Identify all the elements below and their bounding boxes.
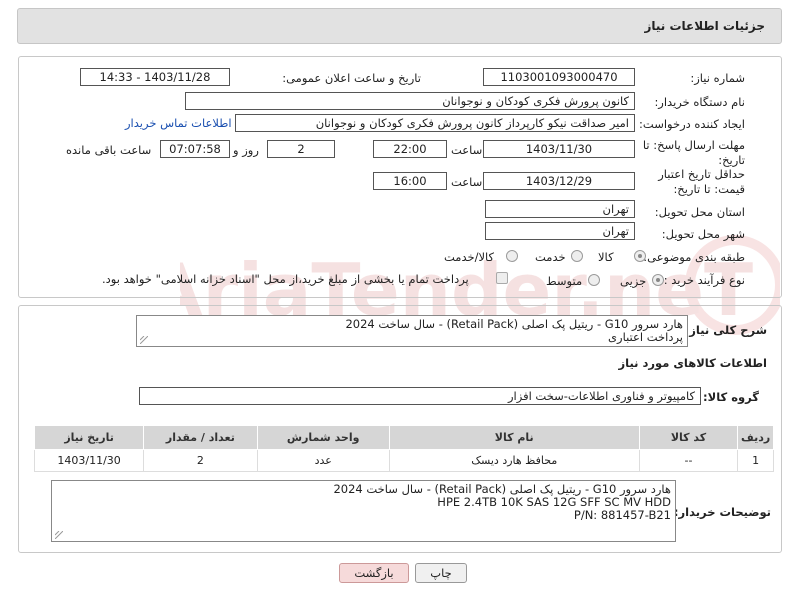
category-option-goods: کالا <box>598 250 614 264</box>
process-radio-medium[interactable] <box>588 274 600 286</box>
process-radio-minor[interactable] <box>652 274 664 286</box>
remaining-time-field: 07:07:58 <box>160 140 230 158</box>
creator-field: امیر صداقت نیکو کارپرداز کانون پرورش فکر… <box>235 114 635 132</box>
process-option-medium: متوسط <box>546 274 583 288</box>
province-field: تهران <box>485 200 635 218</box>
col-code: کد کالا <box>638 425 739 450</box>
col-row: ردیف <box>737 425 774 450</box>
description-textarea[interactable]: هارد سرور G10 - ریتیل پک اصلی (Retail Pa… <box>136 315 688 347</box>
buyer-notes-line-3: P/N: 881457-B21 <box>573 508 671 522</box>
page-title: جزئیات اطلاعات نیاز <box>644 19 765 33</box>
validity-time-label: ساعت <box>451 175 483 189</box>
category-option-both: کالا/خدمت <box>444 250 495 264</box>
validity-time-field: 16:00 <box>373 172 447 190</box>
cell-name: محافظ هارد دیسک <box>388 449 640 472</box>
buyer-org-label: نام دستگاه خریدار: <box>654 95 745 109</box>
creator-label: ایجاد کننده درخواست: <box>639 117 745 131</box>
cell-unit: عدد <box>256 449 390 472</box>
category-option-service: خدمت <box>535 250 566 264</box>
goods-table: ردیف کد کالا نام کالا واحد شمارش تعداد /… <box>33 425 774 472</box>
category-label: طبقه بندی موضوعی: <box>643 250 745 264</box>
description-line-1: هارد سرور G10 - ریتیل پک اصلی (Retail Pa… <box>345 317 683 331</box>
deadline-time-field: 22:00 <box>373 140 447 158</box>
description-label: شرح کلی نیاز: <box>684 323 767 337</box>
col-unit: واحد شمارش <box>256 425 390 450</box>
buyer-contact-link[interactable]: اطلاعات تماس خریدار <box>125 116 232 130</box>
description-line-2: پرداخت اعتباری <box>608 330 683 344</box>
city-field: تهران <box>485 222 635 240</box>
deadline-time-label: ساعت <box>451 143 483 157</box>
city-label: شهر محل تحویل: <box>661 227 745 241</box>
process-type-label: نوع فرآیند خرید : <box>663 273 745 287</box>
treasury-payment-checkbox[interactable] <box>496 272 508 284</box>
cell-code: -- <box>638 449 739 472</box>
col-name: نام کالا <box>388 425 640 450</box>
announce-date-label: تاریخ و ساعت اعلان عمومی: <box>282 71 421 85</box>
deadline-label: مهلت ارسال پاسخ: تا تاریخ: <box>642 138 745 167</box>
goods-section-title: اطلاعات کالاهای مورد نیاز <box>618 356 767 370</box>
validity-date-field: 1403/12/29 <box>483 172 635 190</box>
price-validity-label: حداقل تاریخ اعتبار قیمت: تا تاریخ: <box>658 167 745 196</box>
print-button[interactable]: چاپ <box>415 563 467 583</box>
days-remaining-field: 2 <box>267 140 335 158</box>
buyer-notes-textarea[interactable]: هارد سرور G10 - ریتیل پک اصلی (Retail Pa… <box>51 480 676 542</box>
goods-group-field: کامپیوتر و فناوری اطلاعات-سخت افزار <box>139 387 701 405</box>
treasury-payment-note: پرداخت تمام یا بخشی از مبلغ خرید،از محل … <box>102 272 469 286</box>
announce-date-field: 1403/11/28 - 14:33 <box>80 68 230 86</box>
need-number-label: شماره نیاز: <box>690 71 745 85</box>
panel-header: جزئیات اطلاعات نیاز <box>17 8 782 44</box>
goods-table-header: ردیف کد کالا نام کالا واحد شمارش تعداد /… <box>33 425 774 450</box>
back-button[interactable]: بازگشت <box>339 563 409 583</box>
buyer-notes-label: توضیحات خریدار: <box>673 505 771 519</box>
cell-date: 1403/11/30 <box>33 449 145 472</box>
remaining-time-label: ساعت باقی مانده <box>66 143 152 157</box>
cell-qty: 2 <box>143 449 258 472</box>
resize-grip-icon[interactable] <box>55 531 63 539</box>
category-radio-both[interactable] <box>506 250 518 262</box>
process-option-minor: جزیی <box>620 274 647 288</box>
table-row: 1 -- محافظ هارد دیسک عدد 2 1403/11/30 <box>33 449 774 472</box>
province-label: استان محل تحویل: <box>654 205 745 219</box>
category-radio-goods[interactable] <box>634 250 646 262</box>
buyer-org-field: کانون پرورش فکری کودکان و نوجوانان <box>185 92 635 110</box>
goods-group-label: گروه کالا: <box>703 390 759 404</box>
cell-row: 1 <box>737 449 774 472</box>
col-qty: تعداد / مقدار <box>143 425 258 450</box>
col-date: تاریخ نیاز <box>33 425 145 450</box>
deadline-date-field: 1403/11/30 <box>483 140 635 158</box>
days-label: روز و <box>233 143 259 157</box>
need-number-field: 1103001093000470 <box>483 68 635 86</box>
category-radio-service[interactable] <box>571 250 583 262</box>
resize-grip-icon[interactable] <box>140 336 148 344</box>
